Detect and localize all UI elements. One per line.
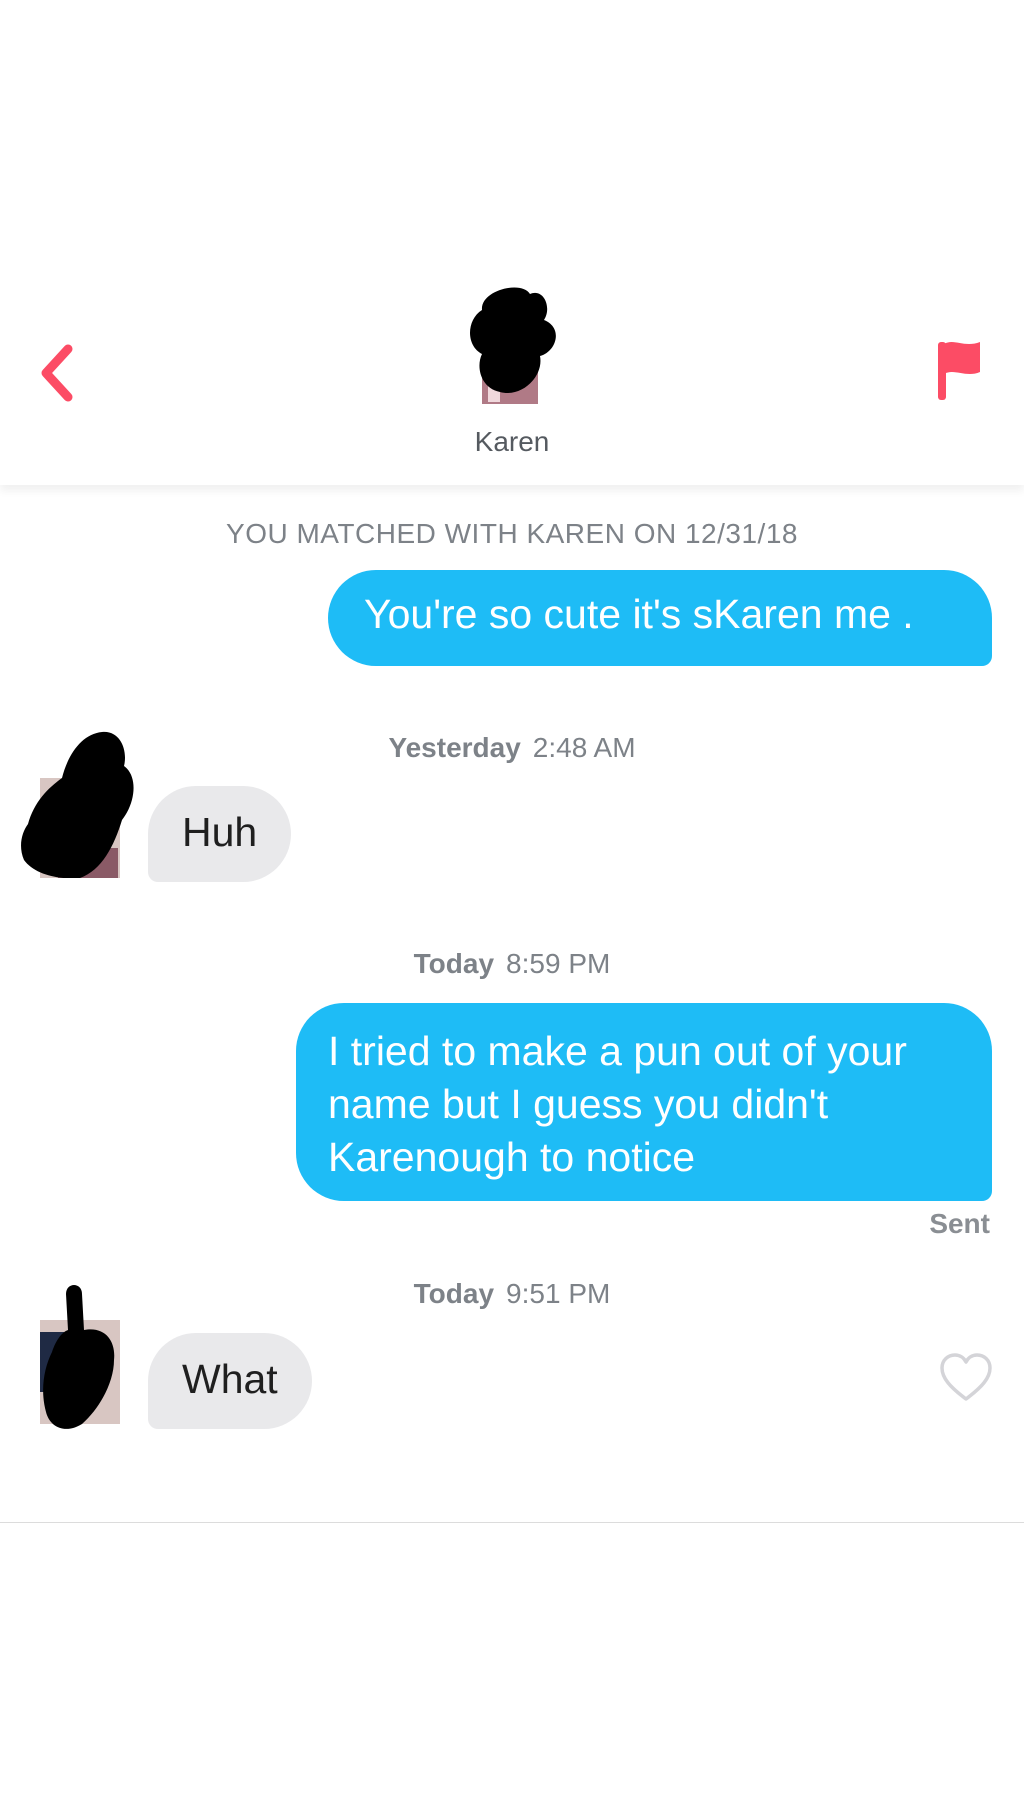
timestamp-time: 2:48 AM (532, 732, 636, 763)
match-avatar-small[interactable] (36, 1282, 156, 1432)
incoming-message[interactable]: What (148, 1333, 312, 1429)
match-name[interactable]: Karen (0, 426, 1024, 458)
report-button[interactable] (930, 334, 990, 404)
like-button[interactable] (938, 1352, 994, 1404)
incoming-message[interactable]: Huh (148, 786, 292, 882)
message-timestamp: Today 8:59 PM (0, 948, 1024, 980)
timestamp-time: 8:59 PM (506, 948, 611, 979)
chat-header: Karen (0, 287, 1024, 485)
message-timestamp: Yesterday 2:48 AM (0, 732, 1024, 764)
outgoing-message[interactable]: You're so cute it's sKaren me . (328, 570, 992, 666)
matched-notice: YOU MATCHED WITH KAREN ON 12/31/18 (226, 518, 798, 549)
divider (0, 1522, 1024, 1523)
heart-outline-icon (940, 1353, 992, 1401)
sent-status: Sent (929, 1208, 990, 1239)
flag-icon (938, 342, 980, 400)
timestamp-day: Yesterday (388, 732, 521, 763)
timestamp-day: Today (413, 948, 495, 979)
outgoing-message[interactable]: I tried to make a pun out of your name b… (296, 1003, 992, 1201)
back-button[interactable] (34, 335, 90, 415)
chevron-left-icon (41, 344, 73, 402)
match-avatar[interactable] (452, 280, 572, 420)
timestamp-time: 9:51 PM (506, 1278, 611, 1309)
match-avatar-small[interactable] (18, 728, 138, 882)
timestamp-day: Today (413, 1278, 495, 1309)
